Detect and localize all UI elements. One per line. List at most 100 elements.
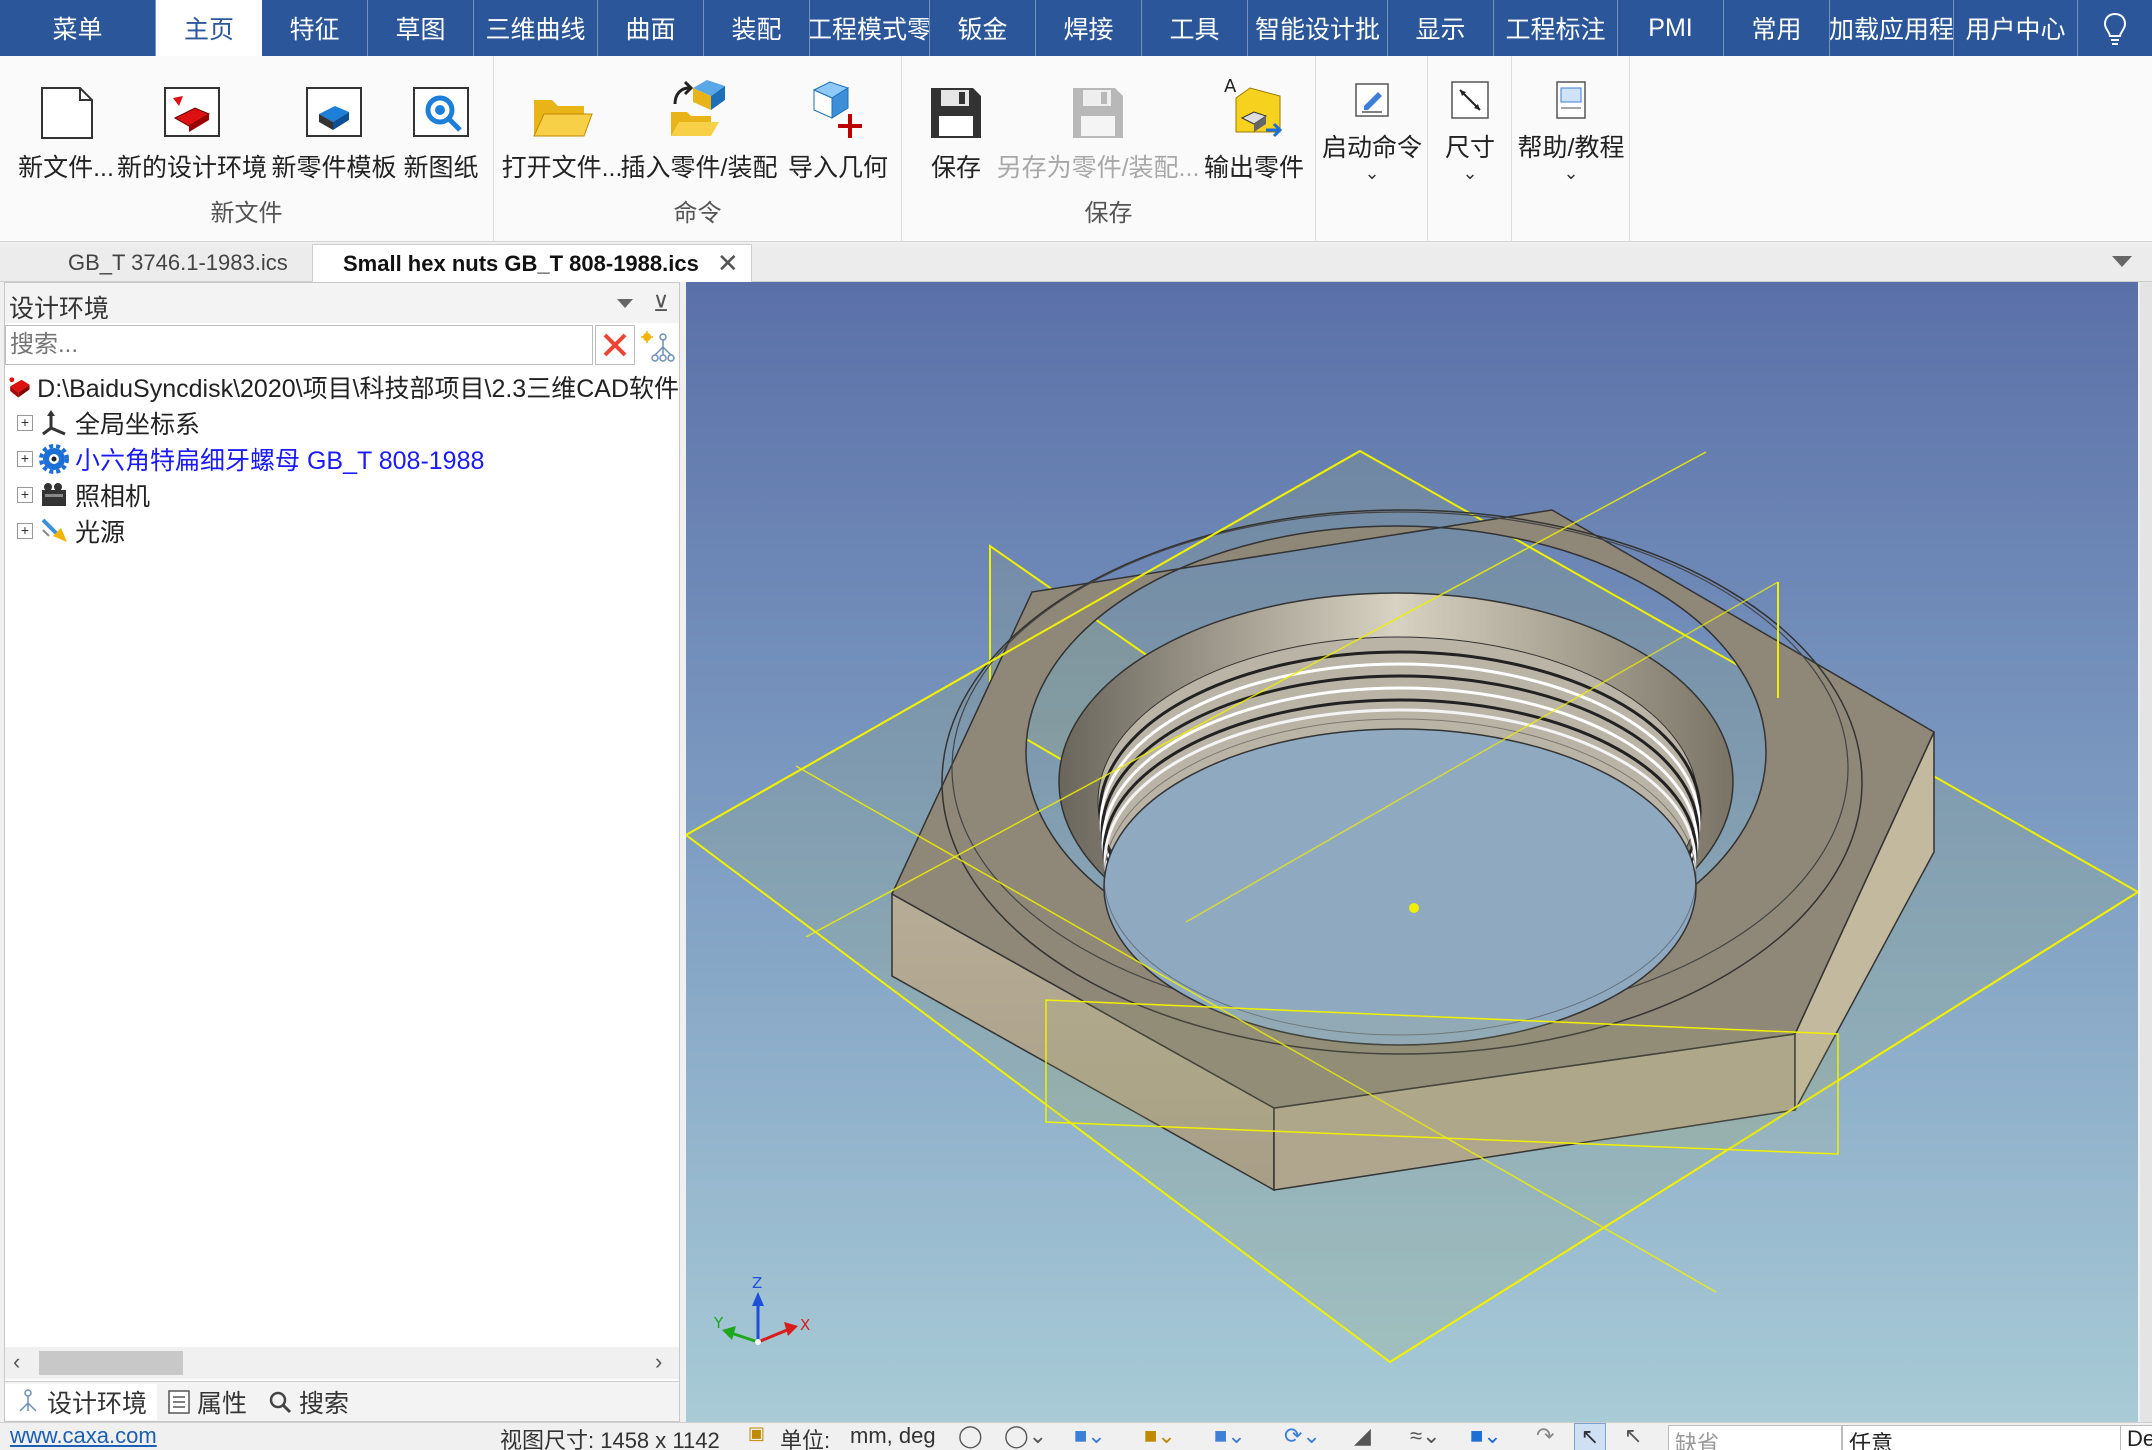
selection-type-select[interactable]: 任意 — [1842, 1425, 2124, 1450]
select-pointer-icon[interactable]: ↖ — [1574, 1423, 1606, 1450]
tab-3d-curve[interactable]: 三维曲线 — [474, 0, 598, 56]
pointer-mode-icon[interactable]: ↖ — [1624, 1423, 1642, 1449]
curve-icon[interactable]: ≈⌄ — [1410, 1423, 1441, 1449]
insert-part-icon — [671, 80, 725, 136]
vertical-scrollbar[interactable] — [2140, 282, 2152, 1422]
filter-select[interactable]: 缺省 — [1668, 1425, 1842, 1450]
render-icon[interactable]: ■⌄ — [1144, 1423, 1176, 1449]
panel-tab-properties[interactable]: 属性 — [157, 1384, 257, 1420]
expand-icon[interactable]: + — [17, 523, 33, 539]
ribbon-group-command-label: 命令 — [673, 200, 722, 227]
lightbulb-icon[interactable] — [2102, 12, 2128, 46]
chevron-down-icon: ⌄ — [1563, 163, 1579, 183]
search-input[interactable] — [5, 325, 593, 365]
tab-list-dropdown-icon[interactable] — [2112, 256, 2132, 267]
new-file-button[interactable]: 新文件... — [18, 68, 114, 184]
ribbon-group-save-label: 保存 — [1084, 200, 1133, 227]
tab-common[interactable]: 常用 — [1724, 0, 1830, 56]
tree-root[interactable]: D:\BaiduSyncdisk\2020\项目\科技部项目\2.3三维CAD软… — [5, 369, 679, 405]
tab-engineering-mode[interactable]: 工程模式零 — [810, 0, 930, 56]
ribbon-group-command: 打开文件... 插入零件/装配 导入几何 命令 — [494, 56, 902, 242]
expand-icon[interactable]: + — [17, 487, 33, 503]
origin-point[interactable] — [1409, 903, 1419, 913]
hex-nut-model[interactable]: Z X Y — [686, 282, 2138, 1422]
dimension-button[interactable]: 尺寸 ⌄ — [1436, 68, 1504, 182]
save-as-part-label: 另存为零件/装配... — [996, 154, 1200, 182]
new-drawing-button[interactable]: 新图纸 — [400, 68, 482, 184]
insert-part-assembly-button[interactable]: 插入零件/装配 — [621, 68, 777, 184]
view-mode-icon[interactable]: ◯⌄ — [1004, 1423, 1047, 1449]
cube-view-icon[interactable]: ■⌄ — [1470, 1423, 1502, 1449]
tab-engineering-annotation[interactable]: 工程标注 — [1494, 0, 1618, 56]
import-geometry-button[interactable]: 导入几何 — [784, 68, 892, 184]
document-tab-small-hex-nuts[interactable]: Small hex nuts GB_T 808-1988.ics ✕ — [312, 244, 752, 282]
units-value[interactable]: mm, deg — [850, 1423, 936, 1449]
tab-smart-design[interactable]: 智能设计批 — [1248, 0, 1388, 56]
save-as-part-button[interactable]: 另存为零件/装配... — [997, 68, 1199, 184]
new-part-template-label: 新零件模板 — [271, 154, 397, 182]
snap-icon[interactable]: ◯ — [958, 1423, 983, 1449]
tree-item-light-source[interactable]: + 光源 — [5, 513, 679, 549]
display-style-icon[interactable]: ■⌄ — [1074, 1423, 1106, 1449]
document-tab-gb-t-3746[interactable]: GB_T 3746.1-1983.ics — [68, 244, 288, 282]
redo-icon[interactable]: ↷ — [1536, 1423, 1554, 1449]
panel-dropdown-icon[interactable] — [617, 299, 633, 308]
tab-load-application[interactable]: 加载应用程 — [1830, 0, 1954, 56]
tab-welding[interactable]: 焊接 — [1036, 0, 1142, 56]
expand-icon[interactable]: + — [17, 451, 33, 467]
new-drawing-label: 新图纸 — [403, 154, 479, 182]
box-view-icon[interactable]: ■⌄ — [1214, 1423, 1246, 1449]
tab-surface[interactable]: 曲面 — [598, 0, 704, 56]
3d-viewport[interactable]: Z X Y — [686, 282, 2138, 1422]
dimension-label: 尺寸 — [1444, 134, 1495, 162]
orbit-icon[interactable]: ⟳⌄ — [1284, 1423, 1321, 1449]
save-button[interactable]: 保存 — [916, 68, 996, 184]
help-tutorial-button[interactable]: 帮助/教程 ⌄ — [1518, 68, 1624, 183]
tab-assembly[interactable]: 装配 — [704, 0, 810, 56]
save-label: 保存 — [930, 154, 981, 182]
expand-icon[interactable]: + — [17, 415, 33, 431]
pin-icon[interactable]: ⊻ — [653, 291, 669, 317]
design-tree: D:\BaiduSyncdisk\2020\项目\科技部项目\2.3三维CAD软… — [5, 369, 679, 549]
section-icon[interactable]: ◢ — [1354, 1423, 1371, 1449]
tab-sheet-metal[interactable]: 钣金 — [930, 0, 1036, 56]
panel-tab-search[interactable]: 搜索 — [257, 1384, 359, 1420]
tree-item-global-coordinate-system[interactable]: + 全局坐标系 — [5, 405, 679, 441]
tree-view-options-icon[interactable] — [639, 327, 677, 365]
website-link[interactable]: www.caxa.com — [10, 1423, 157, 1449]
scrollbar-thumb[interactable] — [39, 1351, 183, 1375]
tab-user-center[interactable]: 用户中心 — [1954, 0, 2078, 56]
tree-item-hex-nut-part[interactable]: + 小六角特扁细牙螺母 GB_T 808-1988 — [5, 441, 679, 477]
clear-search-button[interactable] — [595, 325, 635, 365]
launch-command-label: 启动命令 — [1322, 134, 1423, 162]
default-select[interactable]: Def — [2120, 1425, 2152, 1450]
open-file-button[interactable]: 打开文件... — [502, 68, 622, 184]
tab-pmi[interactable]: PMI — [1618, 0, 1724, 56]
tab-menu[interactable]: 菜单 — [0, 0, 156, 56]
scroll-left-icon[interactable]: ‹ — [13, 1349, 20, 1375]
insert-part-assembly-label: 插入零件/装配 — [620, 154, 778, 182]
axis-y-label: Y — [713, 1314, 724, 1332]
new-design-env-button[interactable]: 新的设计环境 — [117, 68, 268, 184]
new-part-template-button[interactable]: 新零件模板 — [271, 68, 397, 184]
status-bar: www.caxa.com 视图尺寸: 1458 x 1142 ▣ 单位: mm,… — [0, 1422, 2152, 1450]
new-design-env-label: 新的设计环境 — [117, 154, 268, 182]
document-tab-bar: GB_T 3746.1-1983.ics Small hex nuts GB_T… — [0, 244, 2152, 282]
tab-tools[interactable]: 工具 — [1142, 0, 1248, 56]
panel-tab-design-environment[interactable]: 设计环境 — [5, 1383, 158, 1420]
tab-features[interactable]: 特征 — [262, 0, 368, 56]
scroll-right-icon[interactable]: › — [655, 1349, 662, 1375]
tab-display[interactable]: 显示 — [1388, 0, 1494, 56]
document-tab-label: GB_T 3746.1-1983.ics — [68, 250, 288, 275]
export-part-button[interactable]: A 输出零件 — [1202, 68, 1306, 184]
horizontal-scrollbar[interactable]: ‹ › — [5, 1347, 679, 1379]
light-source-icon — [41, 518, 67, 542]
tab-home[interactable]: 主页 — [156, 0, 262, 56]
close-icon[interactable]: ✕ — [717, 248, 739, 279]
tab-sketch[interactable]: 草图 — [368, 0, 474, 56]
ruler-icon: ▣ — [748, 1423, 766, 1443]
tree-item-camera[interactable]: + 照相机 — [5, 477, 679, 513]
launch-command-button[interactable]: 启动命令 ⌄ — [1322, 68, 1423, 182]
new-design-env-icon — [164, 87, 220, 137]
floppy-save-as-icon — [1073, 88, 1123, 138]
